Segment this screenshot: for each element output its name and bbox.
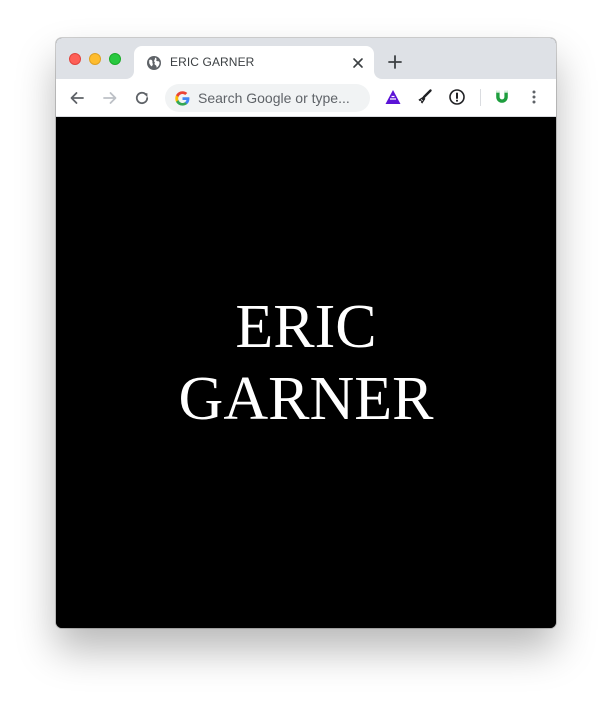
page-content: ERIC GARNER bbox=[56, 117, 556, 628]
close-icon[interactable] bbox=[350, 55, 366, 71]
forward-arrow-icon[interactable] bbox=[101, 89, 119, 107]
headline-line-1: ERIC bbox=[235, 293, 377, 361]
headline-line-2: GARNER bbox=[178, 365, 434, 433]
globe-icon bbox=[147, 56, 161, 70]
kebab-menu-icon[interactable] bbox=[525, 88, 543, 106]
browser-toolbar: Search Google or type... bbox=[56, 79, 556, 117]
browser-window: ERIC GARNER Search Google or type... ERI… bbox=[56, 38, 556, 628]
info-extension-icon[interactable] bbox=[448, 88, 466, 106]
magnet-extension-icon[interactable] bbox=[493, 88, 511, 106]
google-g-icon bbox=[175, 91, 190, 106]
toolbar-divider bbox=[480, 89, 481, 106]
omnibox[interactable]: Search Google or type... bbox=[165, 84, 370, 112]
window-maximize-button[interactable] bbox=[109, 53, 121, 65]
back-arrow-icon[interactable] bbox=[68, 89, 86, 107]
window-minimize-button[interactable] bbox=[89, 53, 101, 65]
reload-icon[interactable] bbox=[133, 89, 151, 107]
window-close-button[interactable] bbox=[69, 53, 81, 65]
page-headline: ERIC GARNER bbox=[56, 291, 556, 435]
paintbrush-extension-icon[interactable] bbox=[416, 88, 434, 106]
omnibox-placeholder: Search Google or type... bbox=[198, 90, 350, 106]
new-tab-plus-icon[interactable] bbox=[387, 54, 403, 70]
tab-active[interactable]: ERIC GARNER bbox=[134, 46, 374, 79]
tab-title: ERIC GARNER bbox=[170, 55, 255, 69]
triangle-extension-icon[interactable] bbox=[384, 88, 402, 106]
tab-strip: ERIC GARNER bbox=[56, 38, 556, 79]
